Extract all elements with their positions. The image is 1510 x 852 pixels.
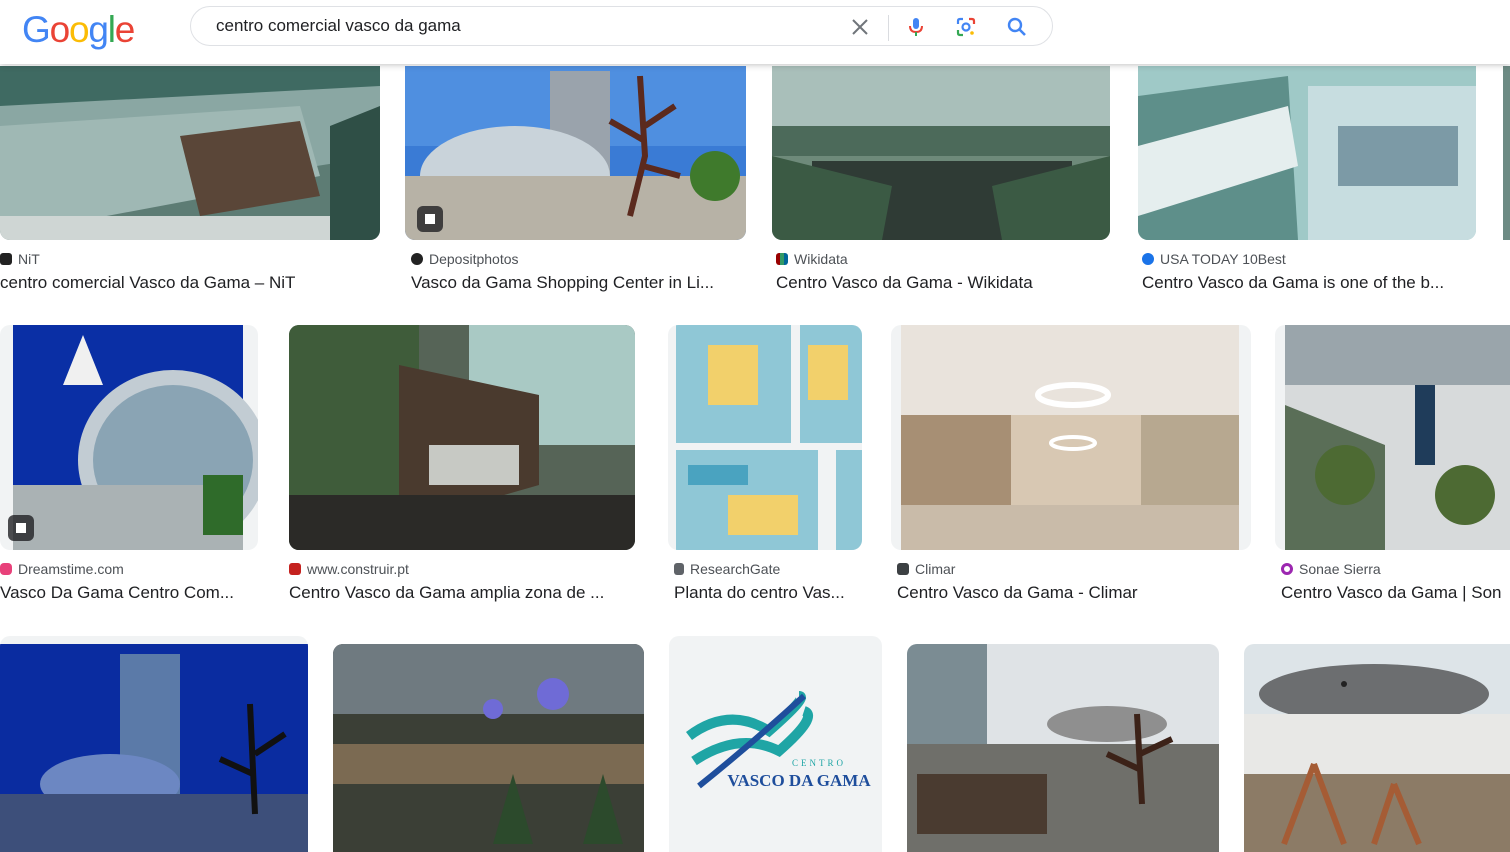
- result-thumbnail[interactable]: [333, 644, 644, 852]
- result-source[interactable]: Wikidata: [776, 251, 848, 267]
- image-result-card[interactable]: Sonae Sierra Centro Vasco da Gama | Son: [1275, 325, 1510, 615]
- favicon-icon: [0, 563, 12, 575]
- favicon-icon: [0, 253, 12, 265]
- result-thumbnail[interactable]: [772, 66, 1110, 240]
- image-badge-icon: [417, 206, 443, 232]
- favicon-icon: [1142, 253, 1154, 265]
- result-source[interactable]: www.construir.pt: [289, 561, 409, 577]
- result-thumbnail[interactable]: [0, 66, 380, 240]
- result-source[interactable]: Dreamstime.com: [0, 561, 124, 577]
- search-header: Google: [0, 0, 1510, 64]
- image-result-card[interactable]: [1244, 644, 1510, 852]
- image-result-card[interactable]: www.construir.pt Centro Vasco da Gama am…: [289, 325, 635, 615]
- source-name: Sonae Sierra: [1299, 561, 1381, 577]
- source-name: Depositphotos: [429, 251, 519, 267]
- result-title[interactable]: Vasco Da Gama Centro Com...: [0, 583, 255, 603]
- result-title[interactable]: Centro Vasco da Gama is one of the b...: [1142, 273, 1470, 293]
- result-thumbnail[interactable]: [668, 325, 862, 550]
- favicon-icon: [289, 563, 301, 575]
- image-result-card[interactable]: Dreamstime.com Vasco Da Gama Centro Com.…: [0, 325, 258, 615]
- logo-letter: o: [49, 9, 71, 50]
- result-thumbnail[interactable]: [0, 325, 258, 550]
- search-input[interactable]: [216, 12, 816, 40]
- vasco-da-gama-logo-image: CENTRO VASCO DA GAMA: [686, 691, 871, 790]
- result-source[interactable]: NiT: [0, 251, 40, 267]
- result-thumbnail[interactable]: [907, 644, 1219, 852]
- logo-letter: g: [88, 9, 109, 50]
- source-name: Wikidata: [794, 251, 848, 267]
- result-title[interactable]: Centro Vasco da Gama - Wikidata: [776, 273, 1106, 293]
- result-source[interactable]: ResearchGate: [674, 561, 780, 577]
- google-logo[interactable]: Google: [22, 8, 136, 52]
- image-result-card[interactable]: [907, 644, 1219, 852]
- divider: [888, 15, 889, 41]
- result-thumbnail[interactable]: [1244, 644, 1510, 852]
- logo-line2: VASCO DA GAMA: [727, 771, 871, 790]
- favicon-icon: [1281, 563, 1293, 575]
- result-thumbnail[interactable]: [405, 66, 746, 240]
- logo-letter: G: [22, 9, 51, 50]
- result-title[interactable]: centro comercial Vasco da Gama – NiT: [0, 273, 370, 293]
- result-thumbnail[interactable]: [891, 325, 1251, 550]
- search-icon[interactable]: [1005, 15, 1029, 39]
- source-name: USA TODAY 10Best: [1160, 251, 1286, 267]
- result-title[interactable]: Centro Vasco da Gama | Son: [1281, 583, 1510, 603]
- close-icon[interactable]: [848, 15, 872, 39]
- result-thumbnail[interactable]: CENTRO VASCO DA GAMA: [669, 636, 882, 852]
- result-title[interactable]: Vasco da Gama Shopping Center in Li...: [411, 273, 741, 293]
- image-result-card[interactable]: Climar Centro Vasco da Gama - Climar: [891, 325, 1251, 615]
- favicon-icon: [674, 563, 684, 575]
- favicon-icon: [411, 253, 423, 265]
- source-name: www.construir.pt: [307, 561, 409, 577]
- source-name: Climar: [915, 561, 956, 577]
- result-thumbnail[interactable]: [0, 636, 308, 852]
- logo-letter: l: [107, 9, 116, 50]
- favicon-icon: [897, 563, 909, 575]
- image-result-card[interactable]: CENTRO VASCO DA GAMA: [669, 636, 882, 852]
- image-result-card[interactable]: ResearchGate Planta do centro Vas...: [668, 325, 862, 615]
- favicon-icon: [776, 253, 788, 265]
- image-badge-icon: [8, 515, 34, 541]
- result-title[interactable]: Planta do centro Vas...: [674, 583, 862, 603]
- logo-line1: CENTRO: [792, 758, 846, 768]
- image-results-grid: NiT centro comercial Vasco da Gama – NiT…: [0, 0, 1510, 852]
- result-source[interactable]: Sonae Sierra: [1281, 561, 1381, 577]
- result-thumbnail[interactable]: [289, 325, 635, 550]
- source-name: NiT: [18, 251, 40, 267]
- image-result-card[interactable]: [333, 644, 644, 852]
- result-thumbnail[interactable]: [1275, 325, 1510, 550]
- result-title[interactable]: Centro Vasco da Gama amplia zona de ...: [289, 583, 629, 603]
- result-source[interactable]: USA TODAY 10Best: [1142, 251, 1286, 267]
- source-name: ResearchGate: [690, 561, 781, 577]
- image-result-card[interactable]: [0, 636, 308, 852]
- search-bar: [190, 6, 1053, 46]
- result-source[interactable]: Climar: [897, 561, 955, 577]
- result-thumbnail[interactable]: [1138, 66, 1476, 240]
- logo-letter: e: [114, 9, 136, 50]
- microphone-icon[interactable]: [904, 15, 928, 39]
- result-title[interactable]: Centro Vasco da Gama - Climar: [897, 583, 1247, 603]
- source-name: Dreamstime.com: [18, 561, 124, 577]
- lens-icon[interactable]: [954, 15, 978, 39]
- logo-letter: o: [68, 9, 90, 50]
- result-source[interactable]: Depositphotos: [411, 251, 519, 267]
- image-result-card[interactable]: [1503, 66, 1510, 240]
